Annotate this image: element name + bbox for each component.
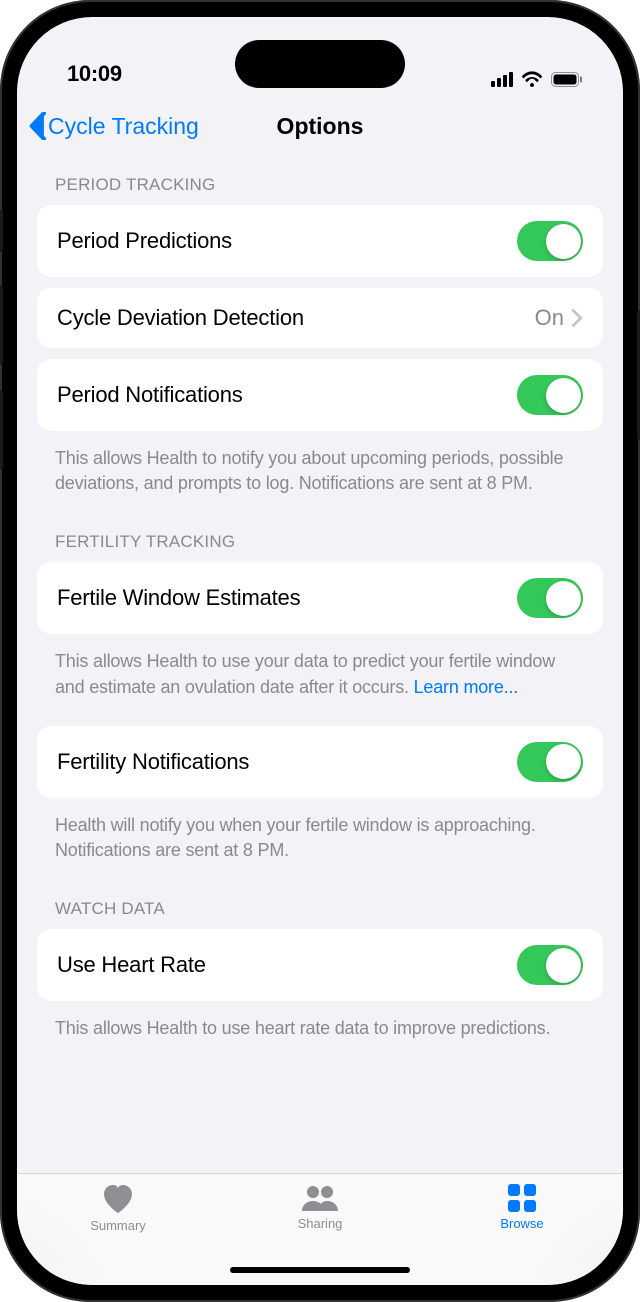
- section-header-period: PERIOD TRACKING: [37, 157, 603, 205]
- row-accessory: On: [535, 305, 583, 331]
- section-header-fertility: FERTILITY TRACKING: [37, 504, 603, 562]
- cellular-icon: [491, 72, 513, 87]
- toggle-period-predictions[interactable]: [517, 221, 583, 261]
- status-icons: [491, 71, 583, 87]
- page-title: Options: [277, 113, 364, 140]
- back-label: Cycle Tracking: [48, 113, 199, 140]
- row-fertility-notifications[interactable]: Fertility Notifications: [37, 726, 603, 798]
- wifi-icon: [521, 71, 543, 87]
- row-fertile-estimates[interactable]: Fertile Window Estimates: [37, 562, 603, 634]
- toggle-heart-rate[interactable]: [517, 945, 583, 985]
- volume-up-button: [0, 285, 3, 365]
- toggle-fertility-notifications[interactable]: [517, 742, 583, 782]
- navigation-bar: Cycle Tracking Options: [17, 95, 623, 157]
- volume-down-button: [0, 390, 3, 470]
- row-period-predictions[interactable]: Period Predictions: [37, 205, 603, 277]
- tab-label: Sharing: [298, 1216, 343, 1231]
- chevron-right-icon: [572, 309, 583, 327]
- row-value: On: [535, 305, 564, 331]
- row-cycle-deviation[interactable]: Cycle Deviation Detection On: [37, 288, 603, 348]
- row-label: Fertility Notifications: [57, 749, 249, 775]
- footer-period: This allows Health to notify you about u…: [37, 442, 603, 504]
- tab-summary[interactable]: Summary: [58, 1184, 178, 1285]
- phone-frame: 10:09 Cycle Tracking Options: [0, 0, 640, 1302]
- silent-switch: [0, 210, 3, 252]
- back-button[interactable]: Cycle Tracking: [29, 112, 199, 140]
- row-label: Period Notifications: [57, 382, 243, 408]
- tab-label: Browse: [500, 1216, 543, 1231]
- row-heart-rate[interactable]: Use Heart Rate: [37, 929, 603, 1001]
- row-label: Cycle Deviation Detection: [57, 305, 304, 331]
- status-time: 10:09: [67, 61, 122, 87]
- people-icon: [300, 1184, 340, 1212]
- toggle-period-notifications[interactable]: [517, 375, 583, 415]
- battery-icon: [551, 72, 583, 87]
- heart-icon: [102, 1184, 134, 1214]
- row-label: Fertile Window Estimates: [57, 585, 300, 611]
- grid-icon: [508, 1184, 536, 1212]
- footer-heart-rate: This allows Health to use heart rate dat…: [37, 1012, 603, 1049]
- tab-browse[interactable]: Browse: [462, 1184, 582, 1285]
- toggle-fertile-estimates[interactable]: [517, 578, 583, 618]
- dynamic-island: [235, 40, 405, 88]
- section-header-watch: WATCH DATA: [37, 871, 603, 929]
- footer-fertility-notifications: Health will notify you when your fertile…: [37, 809, 603, 871]
- chevron-left-icon: [29, 112, 46, 140]
- row-label: Use Heart Rate: [57, 952, 206, 978]
- screen: 10:09 Cycle Tracking Options: [17, 17, 623, 1285]
- row-period-notifications[interactable]: Period Notifications: [37, 359, 603, 431]
- home-indicator[interactable]: [230, 1267, 410, 1273]
- footer-fertile-estimates: This allows Health to use your data to p…: [37, 645, 603, 707]
- tab-label: Summary: [90, 1218, 146, 1233]
- content-area[interactable]: PERIOD TRACKING Period Predictions Cycle…: [17, 157, 623, 1173]
- learn-more-link[interactable]: Learn more...: [414, 677, 518, 697]
- row-label: Period Predictions: [57, 228, 232, 254]
